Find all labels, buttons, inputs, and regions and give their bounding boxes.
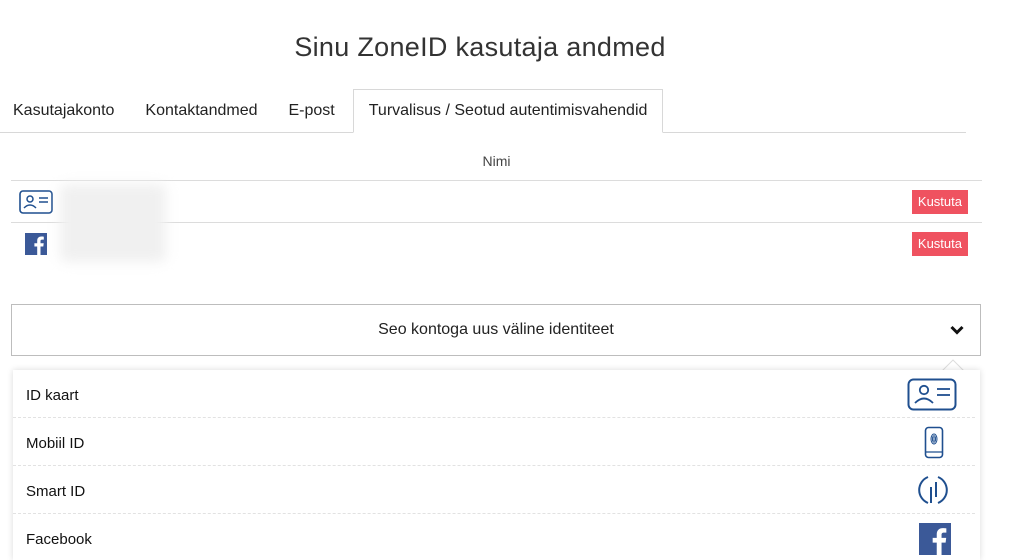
page: Sinu ZoneID kasutaja andmed Kasutajakont… (0, 0, 1019, 560)
table-header-name: Nimi (11, 140, 982, 181)
chevron-down-icon (950, 325, 964, 335)
option-mobiil-id[interactable]: Mobiil ID (13, 418, 975, 466)
option-smart-id[interactable]: Smart ID (13, 466, 975, 514)
smart-id-icon (916, 473, 950, 507)
page-title: Sinu ZoneID kasutaja andmed (294, 32, 666, 62)
option-label: Facebook (26, 531, 92, 548)
facebook-icon (18, 230, 54, 258)
delete-button[interactable]: Kustuta (911, 232, 968, 256)
delete-button[interactable]: Kustuta (911, 190, 968, 214)
link-identity-select[interactable]: Seo kontoga uus väline identiteet (11, 304, 981, 356)
tab-kasutajakonto[interactable]: Kasutajakonto (0, 89, 132, 132)
option-label: Smart ID (26, 483, 86, 500)
mobile-fingerprint-icon (924, 426, 944, 459)
facebook-icon (919, 523, 951, 555)
link-identity-label: Seo kontoga uus väline identiteet (378, 321, 614, 338)
tab-e-post[interactable]: E-post (275, 89, 352, 132)
option-facebook[interactable]: Facebook (13, 514, 975, 560)
redacted-name (60, 184, 166, 262)
id-card-icon (907, 378, 957, 411)
tab-bar: Kasutajakonto Kontaktandmed E-post Turva… (0, 89, 966, 133)
identity-options-list: ID kaart Mobiil ID Smart ID Facebook (13, 370, 980, 560)
tab-turvalisus[interactable]: Turvalisus / Seotud autentimisvahendid (352, 89, 664, 133)
option-label: ID kaart (26, 387, 79, 404)
option-id-kaart[interactable]: ID kaart (13, 370, 975, 418)
tab-kontaktandmed[interactable]: Kontaktandmed (132, 89, 275, 132)
id-card-icon (18, 188, 54, 216)
option-label: Mobiil ID (26, 435, 85, 452)
